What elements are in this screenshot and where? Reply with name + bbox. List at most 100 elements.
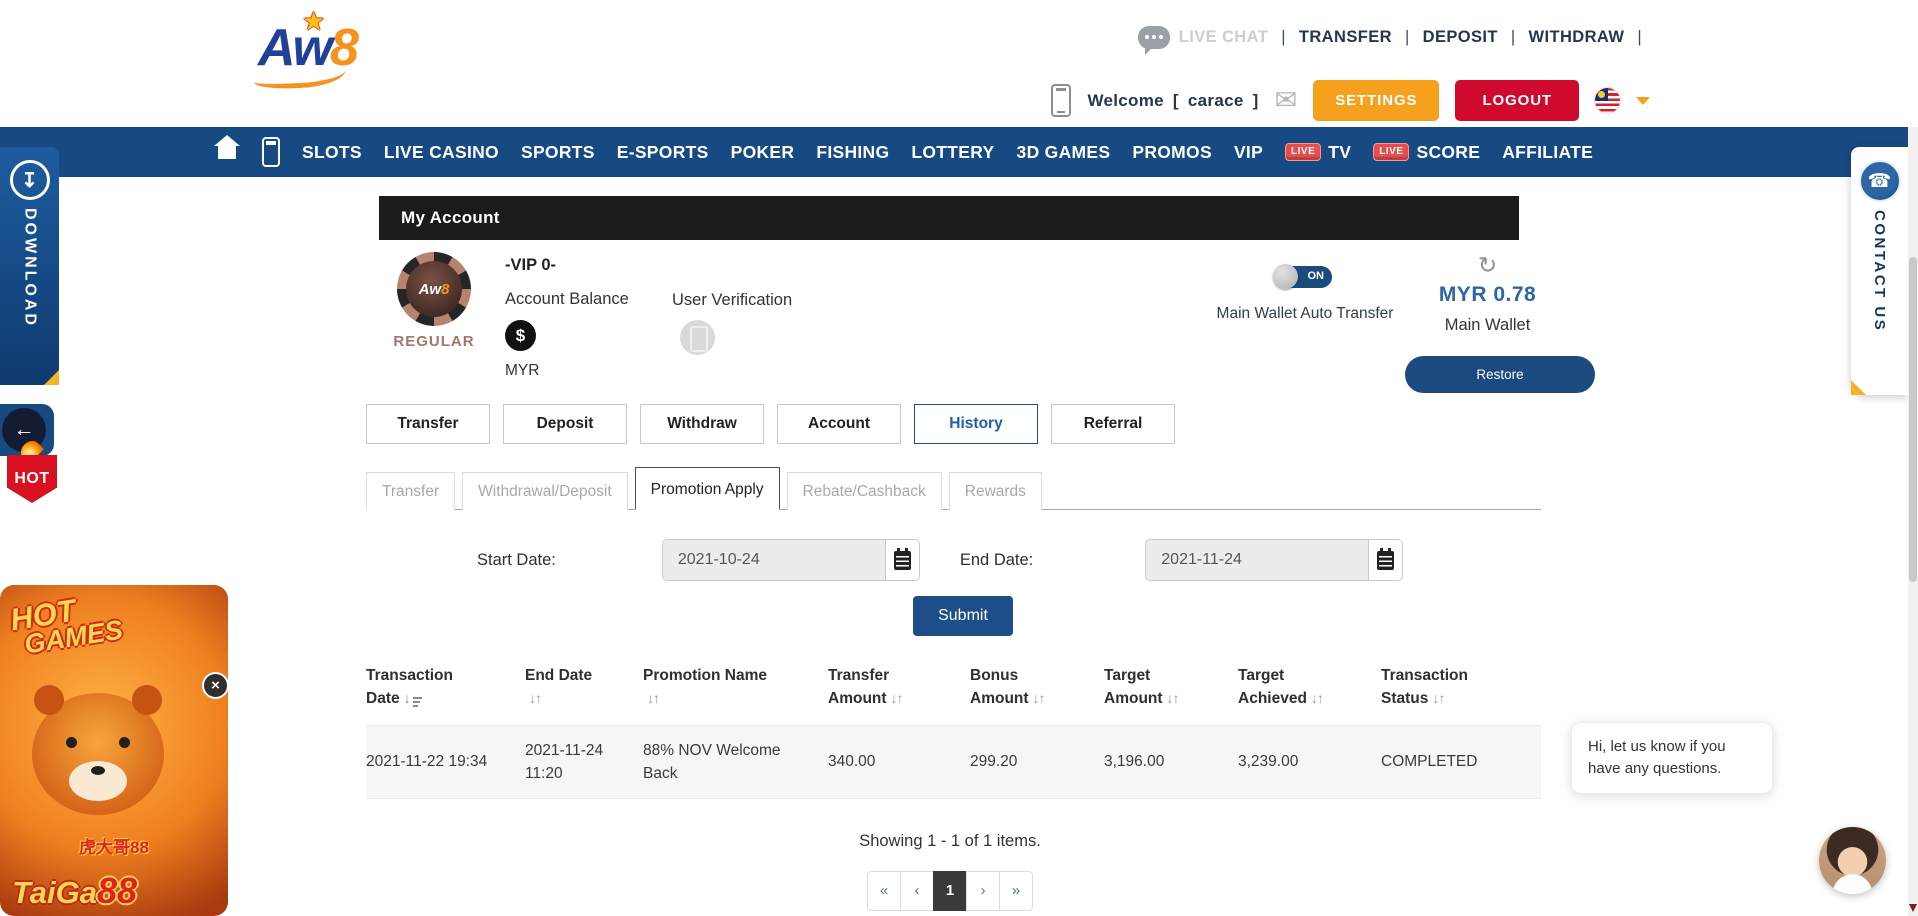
pagination-page-1[interactable]: 1 (933, 871, 967, 911)
top-links: LIVE CHAT TRANSFER DEPOSIT WITHDRAW (1138, 26, 1642, 49)
transfer-link[interactable]: TRANSFER (1299, 28, 1392, 47)
deposit-link[interactable]: DEPOSIT (1423, 28, 1498, 47)
live-chat-link[interactable]: LIVE CHAT (1138, 26, 1268, 49)
nav-item-slots[interactable]: SLOTS (302, 142, 362, 163)
start-date-label: Start Date: (477, 551, 556, 570)
pagination-last[interactable]: » (999, 871, 1033, 911)
sort-icon (891, 690, 903, 706)
chat-prompt-bubble[interactable]: Hi, let us know if you have any question… (1571, 722, 1773, 794)
history-subtabs: Transfer Withdrawal/Deposit Promotion Ap… (366, 466, 1541, 510)
wallet-label: Main Wallet (1385, 316, 1590, 335)
phone-icon (1051, 84, 1071, 117)
tab-history[interactable]: History (914, 404, 1038, 444)
start-date-input[interactable] (663, 540, 886, 580)
pagination: « ‹ 1 › » (355, 871, 1545, 911)
nav-item-tv[interactable]: LIVETV (1285, 142, 1351, 163)
home-icon[interactable] (214, 145, 240, 165)
cell-transfer-amount: 340.00 (828, 725, 970, 799)
live-badge: LIVE (1373, 143, 1409, 161)
contact-us-tab[interactable]: CONTACT US (1851, 147, 1908, 395)
chat-bubble-icon (1138, 26, 1170, 49)
toggle-state: ON (1308, 270, 1325, 282)
nav-item-score[interactable]: LIVESCORE (1373, 142, 1480, 163)
auto-transfer-label: Main Wallet Auto Transfer (1215, 303, 1395, 325)
settings-button[interactable]: SETTINGS (1313, 80, 1439, 121)
subtab-promotion-apply[interactable]: Promotion Apply (635, 467, 780, 510)
nav-item-affiliate[interactable]: AFFILIATE (1502, 142, 1593, 163)
support-avatar[interactable] (1819, 827, 1886, 894)
col-target-amount[interactable]: Target Amount (1104, 664, 1238, 725)
contact-phone-icon (1859, 160, 1901, 202)
download-icon (10, 160, 50, 200)
tiger-mascot (32, 693, 164, 815)
col-transaction-date[interactable]: Transaction Date (366, 664, 525, 725)
end-date-label: End Date: (960, 551, 1033, 570)
scrollbar-track[interactable] (1908, 127, 1918, 916)
vip-level: -VIP 0- (505, 256, 556, 275)
aw8-logo[interactable]: Aw8 (258, 18, 438, 102)
table-header-row: Transaction Date End Date Promotion Name… (366, 664, 1541, 725)
subtab-rebate-cashback[interactable]: Rebate/Cashback (787, 472, 942, 510)
separator (1511, 28, 1516, 47)
close-icon[interactable]: × (202, 672, 229, 699)
nav-item-poker[interactable]: POKER (731, 142, 795, 163)
end-date-calendar-button[interactable] (1369, 540, 1402, 580)
hot-badge[interactable]: HOT (7, 455, 57, 503)
nav-item-lottery[interactable]: LOTTERY (911, 142, 994, 163)
subtab-withdrawal-deposit[interactable]: Withdrawal/Deposit (462, 472, 628, 510)
poker-chip-avatar: Aw8 (397, 252, 471, 326)
scrollbar-thumb[interactable] (1909, 257, 1917, 582)
col-transfer-amount[interactable]: Transfer Amount (828, 664, 970, 725)
nav-item-3d-games[interactable]: 3D GAMES (1017, 142, 1111, 163)
chevron-down-icon[interactable] (1636, 97, 1650, 105)
restore-button[interactable]: Restore (1405, 356, 1595, 393)
pagination-first[interactable]: « (867, 871, 901, 911)
envelope-icon[interactable] (1275, 87, 1298, 114)
scrollbar-arrow-down[interactable] (1909, 904, 1917, 912)
cell-end-date: 2021-11-24 11:20 (525, 725, 643, 799)
col-end-date[interactable]: End Date (525, 664, 643, 725)
tab-withdraw[interactable]: Withdraw (640, 404, 764, 444)
end-date-group (1145, 539, 1403, 581)
col-target-achieved[interactable]: Target Achieved (1238, 664, 1381, 725)
subtab-rewards[interactable]: Rewards (949, 472, 1042, 510)
nav-item-sports[interactable]: SPORTS (521, 142, 595, 163)
table-row: 2021-11-22 19:34 2021-11-24 11:20 88% NO… (366, 725, 1541, 799)
corner-fold (44, 370, 59, 385)
tab-account[interactable]: Account (777, 404, 901, 444)
logout-button[interactable]: LOGOUT (1455, 80, 1579, 121)
mobile-icon[interactable] (262, 137, 280, 167)
currency-label: MYR (505, 362, 539, 380)
malaysia-flag-icon[interactable] (1595, 88, 1620, 113)
pagination-next[interactable]: › (966, 871, 1000, 911)
tab-transfer[interactable]: Transfer (366, 404, 490, 444)
nav-item-fishing[interactable]: FISHING (816, 142, 889, 163)
start-date-calendar-button[interactable] (886, 540, 919, 580)
calendar-icon (1377, 551, 1394, 570)
col-bonus-amount[interactable]: Bonus Amount (970, 664, 1104, 725)
refresh-icon[interactable] (1478, 254, 1497, 277)
chip-brand: Aw (419, 281, 442, 298)
nav-item-live-casino[interactable]: LIVE CASINO (384, 142, 499, 163)
nav-item-promos[interactable]: PROMOS (1132, 142, 1212, 163)
subtab-transfer[interactable]: Transfer (366, 472, 455, 510)
main-navbar: SLOTS LIVE CASINO SPORTS E-SPORTS POKER … (0, 127, 1918, 177)
tab-deposit[interactable]: Deposit (503, 404, 627, 444)
verification-phone-icon[interactable] (680, 320, 715, 355)
submit-button[interactable]: Submit (913, 596, 1013, 636)
live-chat-label: LIVE CHAT (1179, 28, 1268, 47)
auto-transfer-toggle[interactable]: ON (1278, 266, 1332, 288)
star-icon (302, 6, 325, 37)
col-transaction-status[interactable]: Transaction Status (1381, 664, 1541, 725)
tab-referral[interactable]: Referral (1051, 404, 1175, 444)
pagination-prev[interactable]: ‹ (900, 871, 934, 911)
nav-item-e-sports[interactable]: E-SPORTS (617, 142, 709, 163)
end-date-input[interactable] (1146, 540, 1369, 580)
download-tab[interactable]: DOWNLOAD (0, 147, 59, 385)
withdraw-link[interactable]: WITHDRAW (1529, 28, 1625, 47)
welcome-text: Welcome [ carace ] (1087, 91, 1258, 111)
col-promotion-name[interactable]: Promotion Name (643, 664, 828, 725)
results-summary: Showing 1 - 1 of 1 items. (355, 832, 1545, 851)
nav-item-vip[interactable]: VIP (1234, 142, 1263, 163)
hot-games-promo[interactable]: HOT GAMES 虎大哥88 TaiGa88 × (0, 585, 228, 916)
